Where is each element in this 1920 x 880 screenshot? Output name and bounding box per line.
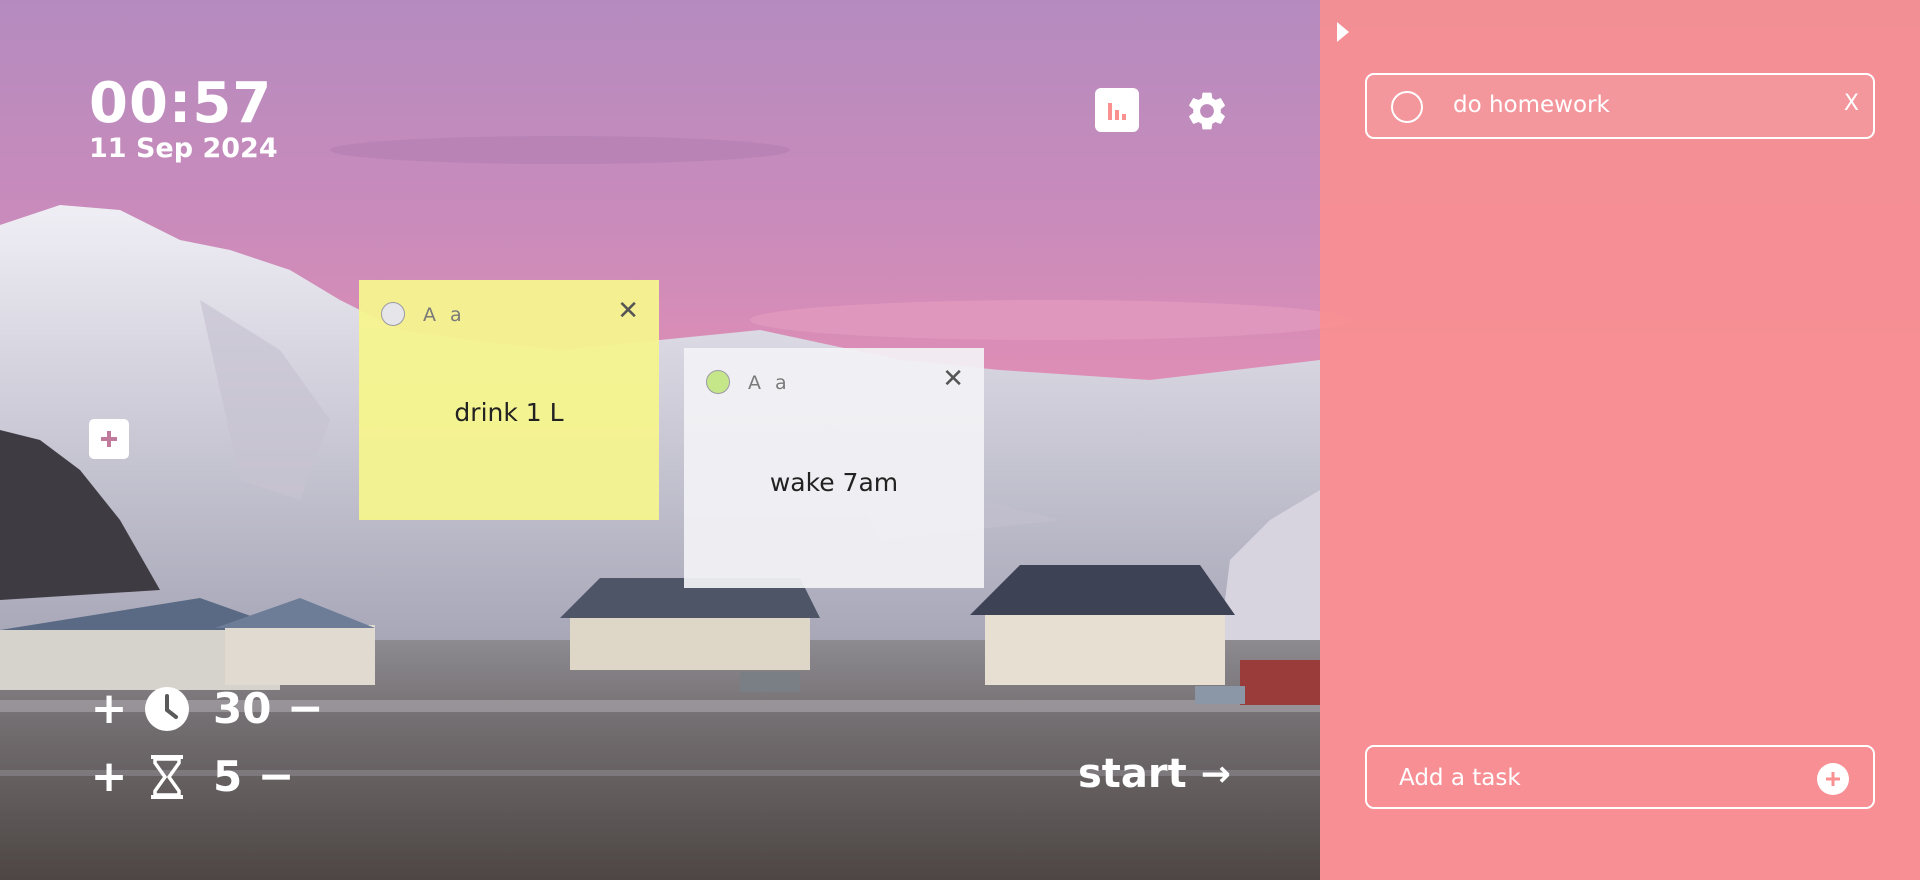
- task-checkbox[interactable]: [1391, 91, 1423, 123]
- note-font-toggle[interactable]: A a: [423, 304, 466, 326]
- note-font-toggle[interactable]: A a: [748, 372, 791, 394]
- gear-icon: [1189, 92, 1225, 130]
- note-color-picker[interactable]: [706, 370, 730, 394]
- close-icon[interactable]: ✕: [942, 366, 964, 392]
- settings-button[interactable]: [1184, 88, 1230, 134]
- focus-decrease-button[interactable]: −: [285, 686, 325, 731]
- tasks-panel: do homework X: [1320, 0, 1920, 880]
- sticky-note[interactable]: A a ✕ drink 1 L: [359, 280, 659, 520]
- add-note-button[interactable]: [89, 419, 129, 459]
- add-task-field[interactable]: [1365, 745, 1875, 809]
- focus-increase-button[interactable]: +: [89, 686, 129, 731]
- plus-icon: [1826, 772, 1840, 786]
- clock-date: 11 Sep 2024: [89, 133, 278, 164]
- triangle-right-icon: [1337, 22, 1349, 42]
- sticky-note[interactable]: A a ✕ wake 7am: [684, 348, 984, 588]
- plus-icon: [101, 431, 117, 447]
- add-task-button[interactable]: [1817, 763, 1849, 795]
- focus-minutes: 30: [213, 684, 272, 733]
- break-increase-button[interactable]: +: [89, 754, 129, 799]
- task-delete-button[interactable]: X: [1844, 91, 1859, 116]
- close-icon[interactable]: ✕: [617, 298, 639, 324]
- start-label: start: [1078, 751, 1187, 797]
- break-minutes: 5: [213, 752, 243, 801]
- break-timer: + 5 −: [89, 752, 296, 801]
- start-button[interactable]: start →: [1078, 751, 1231, 797]
- task-text[interactable]: do homework: [1453, 92, 1610, 118]
- focus-timer: + 30 −: [89, 684, 325, 733]
- clock-time: 00:57: [89, 71, 273, 136]
- note-text[interactable]: wake 7am: [684, 468, 984, 497]
- note-text[interactable]: drink 1 L: [359, 398, 659, 427]
- stats-button[interactable]: [1095, 88, 1139, 132]
- break-decrease-button[interactable]: −: [256, 754, 296, 799]
- hourglass-icon: [143, 753, 191, 801]
- stats-icon: [1108, 103, 1126, 120]
- add-task-input[interactable]: [1397, 761, 1801, 795]
- clock-icon: [143, 685, 191, 733]
- collapse-panel-button[interactable]: [1334, 20, 1352, 44]
- clock: 00:57 11 Sep 2024: [89, 72, 278, 164]
- arrow-right-icon: →: [1200, 753, 1231, 795]
- task-item[interactable]: do homework X: [1365, 73, 1875, 139]
- note-color-picker[interactable]: [381, 302, 405, 326]
